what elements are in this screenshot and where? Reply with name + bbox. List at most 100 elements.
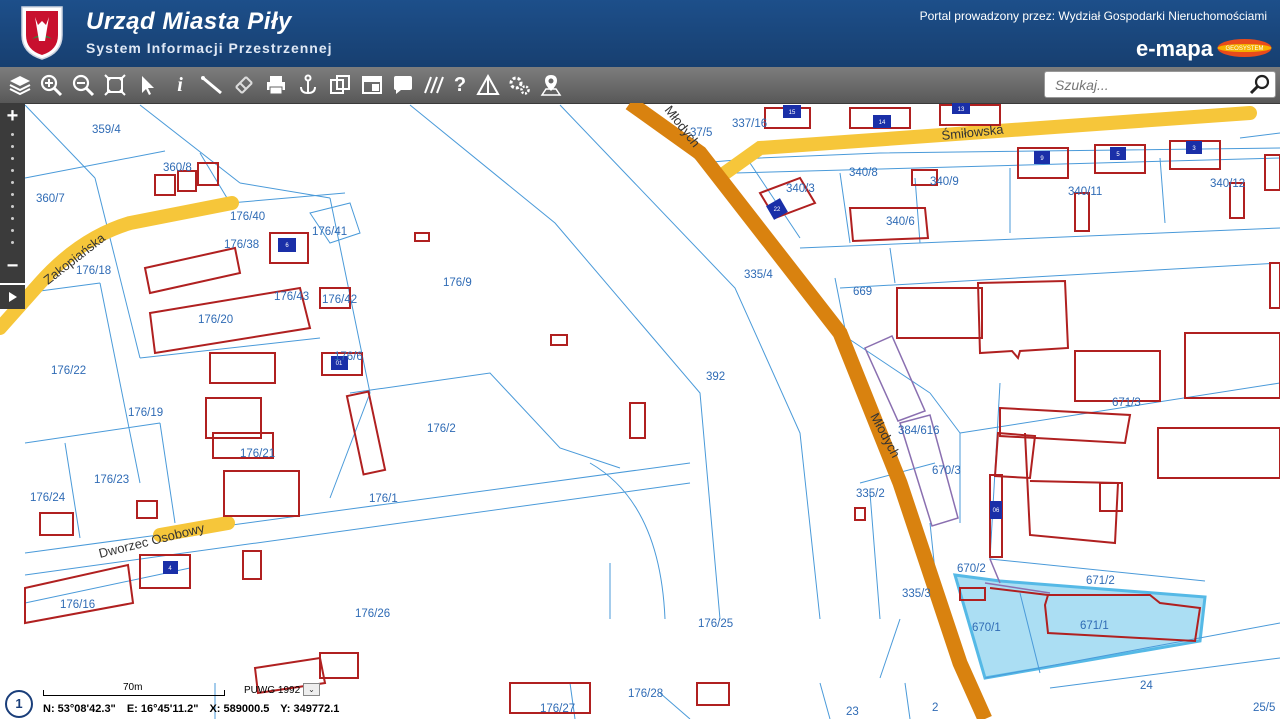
zoom-in-icon[interactable] [39, 73, 63, 97]
svg-text:176/25: 176/25 [698, 618, 733, 630]
svg-text:670/1: 670/1 [972, 622, 1001, 634]
coord-n: N: 53°08'42.3" [43, 703, 116, 715]
road-zakopianska [0, 196, 239, 335]
comment-icon[interactable] [391, 73, 415, 97]
zoom-level-dot[interactable] [11, 205, 14, 208]
scale-bar [43, 690, 225, 696]
play-arrow-icon [9, 292, 17, 302]
portal-operator-text: Portal prowadzony przez: Wydział Gospoda… [919, 9, 1267, 23]
svg-text:23: 23 [846, 706, 859, 718]
geosystem-logo: GEOSYSTEM [1217, 39, 1272, 57]
search-icon[interactable] [1248, 73, 1272, 97]
zoom-level-dot[interactable] [11, 217, 14, 220]
map-canvas[interactable]: 15 13 14 9 5 3 22 6 01 4 06 359/4 360/8 … [0, 103, 1280, 719]
zoom-slider[interactable]: + − [0, 103, 25, 283]
coord-e: E: 16°45'11.2" [126, 703, 199, 715]
svg-text:340/3: 340/3 [786, 183, 815, 195]
svg-text:Zakopiańska: Zakopiańska [41, 230, 109, 288]
svg-text:176/18: 176/18 [76, 265, 111, 277]
svg-text:176/27: 176/27 [540, 703, 575, 715]
zoom-out-icon[interactable] [71, 73, 95, 97]
svg-text:335/3: 335/3 [902, 588, 931, 600]
zoom-extent-icon[interactable] [103, 73, 127, 97]
svg-text:06: 06 [993, 508, 1000, 514]
svg-text:22: 22 [774, 207, 781, 213]
coord-x: X: 589000.5 [209, 703, 270, 715]
svg-text:340/12: 340/12 [1210, 178, 1245, 190]
svg-text:671/3: 671/3 [1112, 397, 1141, 409]
zoom-level-dot[interactable] [11, 229, 14, 232]
coordinates-readout: N: 53°08'42.3" E: 16°45'11.2" X: 589000.… [43, 703, 347, 715]
zoom-in-button[interactable]: + [0, 106, 25, 126]
svg-text:176/9: 176/9 [443, 277, 472, 289]
svg-text:176/23: 176/23 [94, 474, 129, 486]
zoom-level-dot[interactable] [11, 145, 14, 148]
svg-text:340/11: 340/11 [1068, 186, 1102, 198]
location-icon[interactable] [539, 73, 563, 97]
select-arrow-icon[interactable] [136, 73, 160, 97]
svg-text:335/2: 335/2 [856, 488, 885, 500]
help-icon[interactable]: ? [448, 73, 472, 97]
city-crest-logo[interactable] [20, 5, 64, 61]
crs-dropdown-button[interactable]: ⌄ [303, 683, 320, 696]
zoom-out-button[interactable]: − [0, 256, 25, 276]
svg-text:340/9: 340/9 [930, 176, 959, 188]
info-icon[interactable]: i [168, 73, 192, 97]
header: Urząd Miasta Piły System Informacji Prze… [0, 0, 1280, 67]
svg-text:14: 14 [879, 120, 886, 126]
svg-text:176/43: 176/43 [274, 291, 309, 303]
link-icon[interactable] [232, 73, 256, 97]
panel-expand-button[interactable] [0, 285, 25, 309]
layout-icon[interactable] [360, 73, 384, 97]
road-mlodych [625, 103, 992, 719]
svg-text:GEOSYSTEM: GEOSYSTEM [1225, 46, 1263, 52]
search-input[interactable] [1044, 71, 1276, 98]
svg-text:176/24: 176/24 [30, 492, 66, 504]
measure-icon[interactable] [200, 73, 224, 97]
zoom-level-dot[interactable] [11, 181, 14, 184]
svg-text:176/42: 176/42 [322, 294, 357, 306]
svg-text:176/22: 176/22 [51, 365, 86, 377]
crs-label: PUWG 1992 [244, 685, 301, 696]
svg-text:13: 13 [958, 107, 965, 113]
svg-text:2: 2 [932, 702, 938, 714]
svg-text:360/8: 360/8 [163, 162, 192, 174]
svg-text:340/6: 340/6 [886, 216, 915, 228]
svg-text:176/6: 176/6 [334, 351, 363, 363]
copy-icon[interactable] [328, 73, 352, 97]
svg-text:392: 392 [706, 371, 725, 383]
anchor-icon[interactable] [296, 73, 320, 97]
zoom-level-dot[interactable] [11, 193, 14, 196]
zoom-level-dot[interactable] [11, 169, 14, 172]
zoom-level-dot[interactable] [11, 241, 14, 244]
svg-text:670/2: 670/2 [957, 563, 986, 575]
svg-text:176/20: 176/20 [198, 314, 233, 326]
layers-icon[interactable] [8, 73, 32, 97]
svg-text:176/1: 176/1 [369, 493, 398, 505]
svg-text:359/4: 359/4 [92, 124, 121, 136]
svg-text:176/21: 176/21 [240, 448, 275, 460]
app-subtitle: System Informacji Przestrzennej [86, 40, 333, 56]
print-icon[interactable] [264, 73, 288, 97]
hatch-icon[interactable] [422, 73, 446, 97]
road-smilowska [718, 106, 1257, 180]
svg-text:176/41: 176/41 [312, 226, 347, 238]
zoom-level-dot[interactable] [11, 157, 14, 160]
svg-text:176/16: 176/16 [60, 599, 95, 611]
svg-text:360/7: 360/7 [36, 193, 65, 205]
svg-text:15: 15 [789, 110, 796, 116]
svg-text:176/2: 176/2 [427, 423, 456, 435]
svg-text:24: 24 [1140, 680, 1153, 692]
svg-text:340/8: 340/8 [849, 167, 878, 179]
svg-text:176/28: 176/28 [628, 688, 663, 700]
svg-text:335/4: 335/4 [744, 269, 773, 281]
emapa-brand: e-mapa [1135, 36, 1213, 61]
svg-text:176/40: 176/40 [230, 211, 265, 223]
svg-text:176/38: 176/38 [224, 239, 259, 251]
settings-icon[interactable] [507, 73, 531, 97]
svg-text:669: 669 [853, 286, 872, 298]
zoom-level-dot[interactable] [11, 133, 14, 136]
svg-text:176/26: 176/26 [355, 608, 390, 620]
help-circle-button[interactable]: 1 [5, 690, 33, 718]
triangle-icon[interactable] [476, 73, 500, 97]
